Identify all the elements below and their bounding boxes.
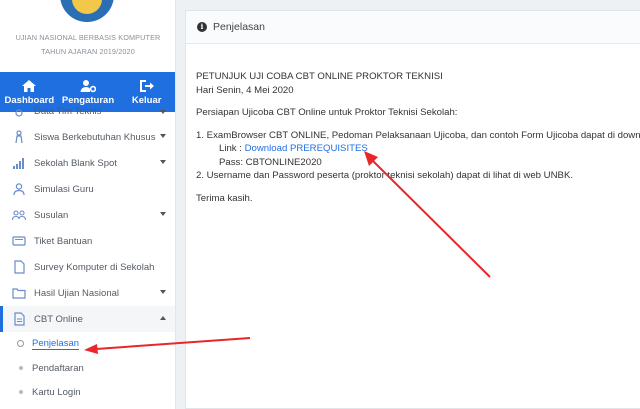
chevron-down-icon xyxy=(160,290,166,294)
app-title-line1: UJIAN NASIONAL BERBASIS KOMPUTER xyxy=(15,33,161,42)
content-item-2: 2. Username dan Password peserta (prokto… xyxy=(196,170,574,181)
sidebar-item-cbt-online[interactable]: CBT Online xyxy=(0,306,175,332)
logout-icon xyxy=(139,79,154,92)
group-icon xyxy=(10,208,28,222)
sidebar-item-tiket-bantuan[interactable]: Tiket Bantuan xyxy=(0,228,175,254)
bullet-dot-icon xyxy=(19,366,23,370)
home-icon xyxy=(22,79,37,92)
sidebar-item-label: Sekolah Blank Spot xyxy=(34,157,117,169)
sidebar-item-susulan[interactable]: Susulan xyxy=(0,202,175,228)
sidebar-item-label: Data Tim Teknis xyxy=(34,105,102,117)
content-item-1: 1. ExamBrowser CBT ONLINE, Pedoman Pelak… xyxy=(196,129,640,141)
content-intro: Persiapan Ujicoba CBT Online untuk Prokt… xyxy=(196,107,458,118)
app-title: UJIAN NASIONAL BERBASIS KOMPUTER TAHUN A… xyxy=(0,31,175,59)
tut-wuri-logo xyxy=(60,0,114,22)
sidebar-item-label: Susulan xyxy=(34,209,69,221)
signal-icon xyxy=(10,156,28,170)
person-icon xyxy=(10,130,28,144)
chevron-down-icon xyxy=(160,134,166,138)
sidebar-item-label: Survey Komputer di Sekolah xyxy=(34,261,155,273)
content-date: Hari Senin, 4 Mei 2020 xyxy=(196,84,294,96)
sidebar-menu: Data Tim Teknis Siswa Berkebutuhan Khusu… xyxy=(0,105,175,404)
app-title-line2: TAHUN AJARAN 2019/2020 xyxy=(41,47,135,56)
sidebar-item-label: Tiket Bantuan xyxy=(34,235,93,247)
ticket-icon xyxy=(10,234,28,248)
pengaturan-label: Pengaturan xyxy=(61,94,115,106)
content-panel: i Penjelasan PETUNJUK UJI COBA CBT ONLIN… xyxy=(185,10,640,409)
sidebar-item-sekolah-blank-spot[interactable]: Sekolah Blank Spot xyxy=(0,150,175,176)
chevron-up-icon xyxy=(160,316,166,320)
submenu-item-kartu-login[interactable]: Kartu Login xyxy=(0,380,175,404)
submenu-item-label: Kartu Login xyxy=(32,386,81,398)
sidebar-item-label: Simulasi Guru xyxy=(34,183,94,195)
folder-icon xyxy=(10,286,28,300)
chevron-down-icon xyxy=(160,212,166,216)
user-gear-icon xyxy=(80,79,96,92)
sidebar-item-hasil-ujian-nasional[interactable]: Hasil Ujian Nasional xyxy=(0,280,175,306)
sidebar-item-label: Siswa Berkebutuhan Khusus xyxy=(34,131,156,143)
dashboard-label: Dashboard xyxy=(4,94,55,106)
info-icon: i xyxy=(197,22,207,32)
radio-dot-icon xyxy=(17,340,24,347)
user-icon xyxy=(10,182,28,196)
chevron-down-icon xyxy=(160,160,166,164)
submenu-item-pendaftaran[interactable]: Pendaftaran xyxy=(0,356,175,380)
sidebar-item-survey-komputer[interactable]: Survey Komputer di Sekolah xyxy=(0,254,175,280)
submenu-item-label: Pendaftaran xyxy=(32,362,84,374)
bullet-dot-icon xyxy=(19,390,23,394)
document-icon xyxy=(10,260,28,274)
sidebar-item-label: Hasil Ujian Nasional xyxy=(34,287,120,299)
download-prerequisites-link[interactable]: Download PREREQUISITES xyxy=(245,143,368,154)
chevron-down-icon xyxy=(160,110,166,114)
content-heading: PETUNJUK UJI COBA CBT ONLINE PROKTOR TEK… xyxy=(196,71,443,82)
submenu-item-label: Penjelasan xyxy=(32,338,80,350)
download-line: Link : Download PREREQUISITES xyxy=(196,142,640,156)
panel-content: PETUNJUK UJI COBA CBT ONLINE PROKTOR TEK… xyxy=(196,70,640,205)
content-closing: Terima kasih. xyxy=(196,192,253,204)
sidebar-item-label: CBT Online xyxy=(34,313,83,325)
keluar-label: Keluar xyxy=(131,94,162,106)
team-icon xyxy=(10,108,28,122)
panel-header: i Penjelasan xyxy=(186,11,640,44)
sidebar-item-data-tim-teknis[interactable]: Data Tim Teknis xyxy=(0,105,175,124)
link-prefix: Link : xyxy=(219,143,245,154)
panel-title: Penjelasan xyxy=(213,21,265,33)
file-icon xyxy=(10,312,28,326)
sidebar-item-siswa-berkebutuhan-khusus[interactable]: Siswa Berkebutuhan Khusus xyxy=(0,124,175,150)
submenu-item-penjelasan[interactable]: Penjelasan xyxy=(0,332,175,356)
sidebar-item-simulasi-guru[interactable]: Simulasi Guru xyxy=(0,176,175,202)
password-line: Pass: CBTONLINE2020 xyxy=(219,156,322,168)
sidebar: UJIAN NASIONAL BERBASIS KOMPUTER TAHUN A… xyxy=(0,0,176,409)
